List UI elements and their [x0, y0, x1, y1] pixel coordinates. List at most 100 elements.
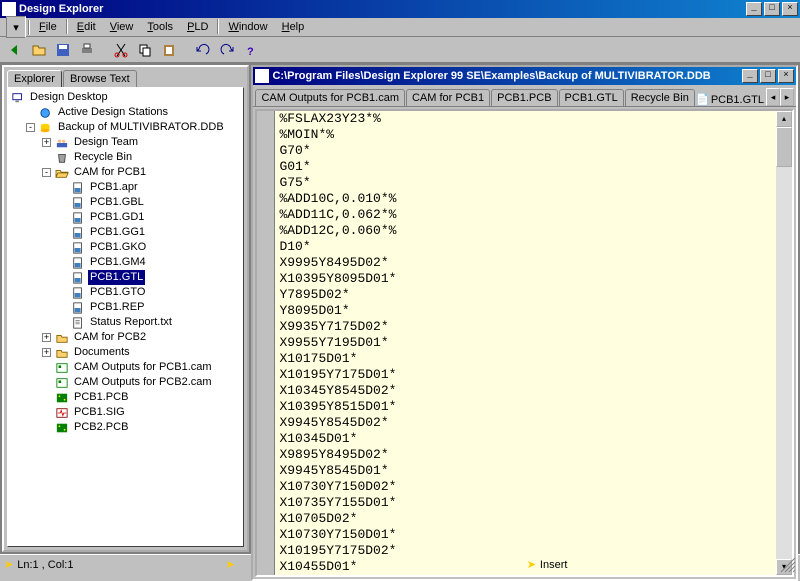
tree-item[interactable]: PCB1.GM4: [10, 255, 241, 270]
maximize-button[interactable]: □: [764, 2, 780, 16]
undo-button[interactable]: [192, 39, 214, 61]
tree-item[interactable]: Active Design Stations: [10, 105, 241, 120]
file-icon: 📄: [696, 93, 709, 106]
tree-item[interactable]: PCB1.apr: [10, 180, 241, 195]
close-button[interactable]: ×: [782, 2, 798, 16]
desktop-icon: [10, 91, 26, 104]
expand-toggle[interactable]: -: [26, 123, 35, 132]
tree-item[interactable]: PCB1.GG1: [10, 225, 241, 240]
save-button[interactable]: [52, 39, 74, 61]
tree-label: Design Team: [72, 135, 140, 150]
app-icon: [2, 2, 16, 16]
tree-item[interactable]: - CAM for PCB1: [10, 165, 241, 180]
tab-scroll-right-button[interactable]: ▸: [780, 88, 794, 106]
scroll-track[interactable]: [776, 127, 792, 559]
tree-item[interactable]: PCB1.PCB: [10, 390, 241, 405]
tab-scroll-left-button[interactable]: ◂: [766, 88, 780, 106]
tree-item[interactable]: PCB1.GTO: [10, 285, 241, 300]
tree-item[interactable]: PCB1.GTL: [10, 270, 241, 285]
redo-button[interactable]: [216, 39, 238, 61]
tree-item[interactable]: PCB2.PCB: [10, 420, 241, 435]
doc-minimize-button[interactable]: _: [742, 69, 758, 83]
bin-icon: [54, 151, 70, 164]
globe-icon: [38, 106, 54, 119]
pcb-icon: [54, 391, 70, 404]
tree-item[interactable]: PCB1.GKO: [10, 240, 241, 255]
doc-tab[interactable]: CAM for PCB1: [406, 89, 490, 106]
menu-edit[interactable]: Edit: [70, 19, 103, 35]
tree-item[interactable]: Recycle Bin: [10, 150, 241, 165]
resize-grip[interactable]: [780, 557, 796, 573]
expand-toggle[interactable]: -: [42, 168, 51, 177]
text-editor[interactable]: %FSLAX23Y23*% %MOIN*% G70* G01* G75* %AD…: [255, 109, 794, 577]
tree-label: PCB1.GKO: [88, 240, 148, 255]
window-title: Design Explorer: [19, 3, 744, 15]
file-icon: [70, 196, 86, 209]
tree-label: CAM for PCB2: [72, 330, 148, 345]
menu-dropdown-icon[interactable]: ▾: [6, 16, 26, 38]
explorer-tree[interactable]: Design DesktopActive Design Stations - Bac…: [7, 87, 244, 547]
help-button[interactable]: ?: [240, 39, 262, 61]
back-button[interactable]: [4, 39, 26, 61]
tree-label: CAM for PCB1: [72, 165, 148, 180]
scroll-up-button[interactable]: ▴: [776, 111, 792, 127]
tab-explorer[interactable]: Explorer: [7, 70, 62, 87]
document-titlebar: C:\Program Files\Design Explorer 99 SE\E…: [253, 67, 796, 85]
doc-tab[interactable]: CAM Outputs for PCB1.cam: [255, 89, 405, 106]
tree-label: CAM Outputs for PCB2.cam: [72, 375, 214, 390]
doc-close-button[interactable]: ×: [778, 69, 794, 83]
sig-icon: [54, 406, 70, 419]
menu-file[interactable]: File: [32, 19, 64, 35]
file-icon: [70, 211, 86, 224]
doc-tab[interactable]: Recycle Bin: [625, 89, 695, 106]
expand-toggle[interactable]: +: [42, 333, 51, 342]
open-button[interactable]: [28, 39, 50, 61]
scroll-thumb[interactable]: [776, 127, 792, 167]
minimize-button[interactable]: _: [746, 2, 762, 16]
explorer-panel: Explorer Browse Text Design DesktopActiv…: [2, 65, 249, 552]
file-icon: [70, 271, 86, 284]
tree-item[interactable]: Design Desktop: [10, 90, 241, 105]
tree-label: Recycle Bin: [72, 150, 134, 165]
tree-label: PCB1.apr: [88, 180, 140, 195]
tree-label: Documents: [72, 345, 132, 360]
folder-icon: [54, 331, 70, 344]
db-icon: [38, 121, 54, 134]
doc-maximize-button[interactable]: □: [760, 69, 776, 83]
tree-label: Backup of MULTIVIBRATOR.DDB: [56, 120, 226, 135]
file-icon: [70, 181, 86, 194]
tree-item[interactable]: PCB1.GBL: [10, 195, 241, 210]
tree-label: PCB1.GTL: [88, 270, 145, 285]
tree-item[interactable]: + Documents: [10, 345, 241, 360]
menu-window[interactable]: Window: [221, 19, 274, 35]
tree-item[interactable]: PCB1.GD1: [10, 210, 241, 225]
menu-tools[interactable]: Tools: [140, 19, 180, 35]
menu-pld[interactable]: PLD: [180, 19, 215, 35]
tab-browse-text[interactable]: Browse Text: [63, 70, 137, 87]
vertical-scrollbar[interactable]: ▴ ▾: [776, 111, 792, 575]
paste-button[interactable]: [158, 39, 180, 61]
tree-item[interactable]: - Backup of MULTIVIBRATOR.DDB: [10, 120, 241, 135]
file-icon: [70, 241, 86, 254]
insert-mode: Insert: [540, 559, 568, 571]
expand-toggle[interactable]: +: [42, 138, 51, 147]
print-button[interactable]: [76, 39, 98, 61]
tree-item[interactable]: PCB1.SIG: [10, 405, 241, 420]
menu-view[interactable]: View: [103, 19, 141, 35]
tree-item[interactable]: CAM Outputs for PCB2.cam: [10, 375, 241, 390]
editor-content[interactable]: %FSLAX23Y23*% %MOIN*% G70* G01* G75* %AD…: [275, 111, 776, 575]
doc-tab[interactable]: PCB1.PCB: [491, 89, 557, 106]
tree-label: PCB1.REP: [88, 300, 146, 315]
tree-item[interactable]: PCB1.REP: [10, 300, 241, 315]
menu-help[interactable]: Help: [275, 19, 312, 35]
doc-tab[interactable]: PCB1.GTL: [559, 89, 624, 106]
tree-item[interactable]: + CAM for PCB2: [10, 330, 241, 345]
tree-label: PCB1.GG1: [88, 225, 147, 240]
tree-item[interactable]: + Design Team: [10, 135, 241, 150]
tree-item[interactable]: Status Report.txt: [10, 315, 241, 330]
expand-toggle[interactable]: +: [42, 348, 51, 357]
copy-button[interactable]: [134, 39, 156, 61]
tree-item[interactable]: CAM Outputs for PCB1.cam: [10, 360, 241, 375]
cut-button[interactable]: [110, 39, 132, 61]
tree-label: PCB1.GBL: [88, 195, 146, 210]
